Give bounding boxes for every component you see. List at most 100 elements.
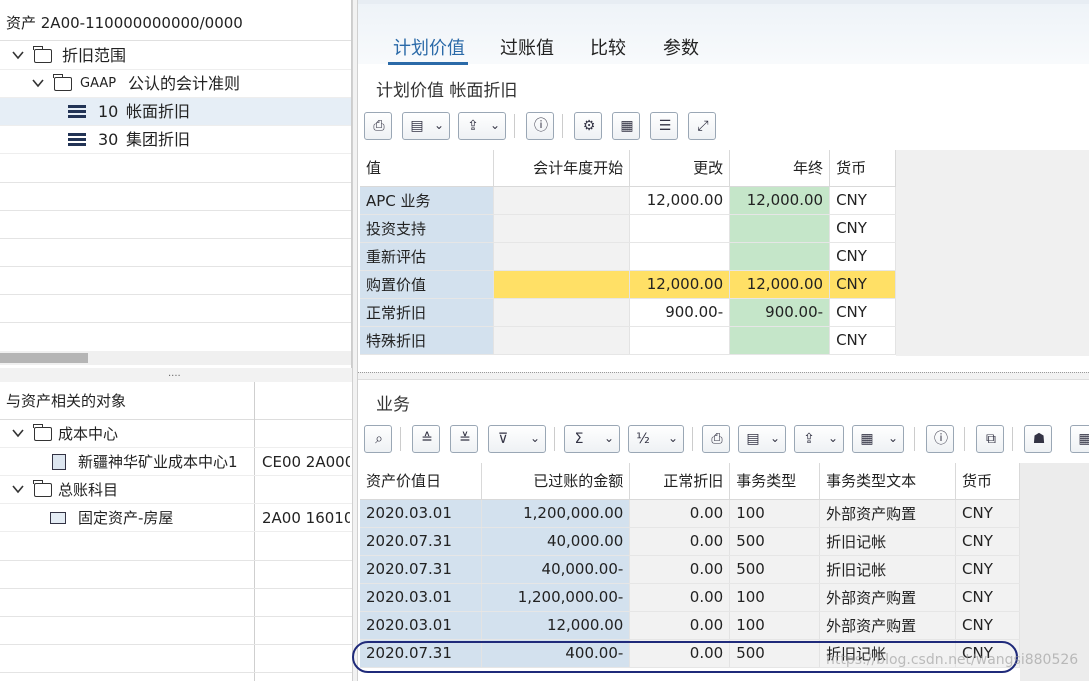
cell (493, 242, 631, 271)
cell: 购置价值 (360, 270, 495, 299)
column-header[interactable]: 更改 (629, 150, 731, 187)
table-row[interactable]: 正常折旧 900.00- 900.00- CNY (360, 298, 896, 327)
info-button[interactable]: ⓘ (926, 425, 954, 453)
cell: 2020.07.31 (360, 555, 483, 584)
object-node-cost-center[interactable]: 新疆神华矿业成本中心1 CE00 2A000 (0, 448, 352, 476)
folder-icon (33, 46, 52, 63)
column-header[interactable]: 正常折旧 (629, 463, 731, 500)
chevron-down-icon: ⌄ (433, 118, 444, 132)
table-row[interactable]: 投资支持 CNY (360, 214, 896, 243)
tree-node-label: 公认的会计准则 (128, 74, 241, 93)
table-row[interactable]: 2020.07.31 40,000.00- 0.00 500 折旧记帐 CNY (360, 555, 1020, 584)
info-button[interactable]: ⓘ (526, 112, 554, 140)
cell (729, 326, 831, 355)
column-header[interactable]: 货币 (829, 150, 896, 187)
cell: 0.00 (629, 555, 731, 584)
planned-values-toolbar: ⎙ ▤ ⌄ ⇪ ⌄ ⓘ ⚙ ▦ ☰ ⤢ (362, 112, 722, 144)
table-row[interactable]: 2020.03.01 12,000.00 0.00 100 外部资产购置 CNY (360, 611, 1020, 640)
cell (629, 242, 731, 271)
cell (629, 214, 731, 243)
cell: 特殊折旧 (360, 326, 495, 355)
more-button[interactable]: ▦ (1070, 425, 1089, 453)
column-header[interactable]: 值 (360, 150, 495, 187)
export-icon: ⇪ (803, 431, 815, 447)
scrollbar-thumb[interactable] (0, 353, 88, 363)
horizontal-splitter[interactable]: .... (0, 368, 358, 382)
chevron-down-icon[interactable] (12, 483, 24, 495)
cell: 40,000.00 (481, 527, 631, 556)
chevron-down-icon[interactable] (12, 49, 24, 61)
tab-planned-values[interactable]: 计划价值 (393, 34, 465, 60)
tree-node-gaap[interactable]: GAAP 公认的会计准则 (0, 70, 351, 98)
column-header[interactable]: 事务类型文本 (819, 463, 957, 500)
table-row[interactable]: 2020.03.01 1,200,000.00- 0.00 100 外部资产购置… (360, 583, 1020, 612)
table-row[interactable]: 重新评估 CNY (360, 242, 896, 271)
object-label: 成本中心 (58, 425, 119, 443)
tree-node-book-depreciation[interactable]: 10 帐面折旧 (0, 98, 351, 126)
tree-node-depreciation-areas[interactable]: 折旧范围 (0, 42, 351, 70)
object-label: 总账科目 (58, 481, 119, 499)
cell: 100 (729, 611, 821, 640)
chevron-down-icon[interactable] (32, 77, 44, 89)
cell: 外部资产购置 (819, 611, 957, 640)
tab-posted-values[interactable]: 过账值 (500, 34, 554, 60)
object-node-cost-center-group[interactable]: 成本中心 (0, 420, 352, 448)
print-button[interactable]: ⎙ (702, 425, 730, 453)
calculator-icon: ▦ (620, 118, 634, 134)
hat-button[interactable]: ☗ (1024, 425, 1052, 453)
table-row[interactable]: APC 业务 12,000.00 12,000.00 CNY (360, 186, 896, 215)
column-header[interactable]: 事务类型 (729, 463, 821, 500)
document-view-icon: ▤ (410, 118, 424, 134)
cell: 折旧记帐 (819, 555, 957, 584)
cell: 100 (729, 583, 821, 612)
calculator-button[interactable]: ▦ (612, 112, 640, 140)
print-button[interactable]: ⎙ (364, 112, 392, 140)
settings-button[interactable]: ⚙ (574, 112, 602, 140)
column-header[interactable]: 货币 (955, 463, 1020, 500)
tab-comparison[interactable]: 比较 (590, 34, 626, 60)
table-row[interactable]: 特殊折旧 CNY (360, 326, 896, 355)
zoom-button[interactable]: ⌕ (364, 425, 392, 453)
tree-horizontal-scrollbar[interactable] (0, 351, 351, 365)
column-header[interactable]: 已过账的金额 (481, 463, 631, 500)
table-empty-area (896, 150, 1089, 356)
cell: 0.00 (629, 583, 731, 612)
column-header[interactable]: 年终 (729, 150, 831, 187)
related-objects-title: 与资产相关的对象 (6, 392, 127, 410)
right-horizontal-splitter[interactable] (358, 372, 1089, 380)
fullscreen-button[interactable]: ⤢ (688, 112, 716, 140)
copy-button[interactable]: ⧉ (976, 425, 1004, 453)
sum-dropdown-button[interactable]: Σ ⌄ (564, 425, 620, 453)
cell: 900.00- (729, 298, 831, 327)
table-row[interactable]: 2020.07.31 40,000.00 0.00 500 折旧记帐 CNY (360, 527, 1020, 556)
planned-values-title: 计划价值 帐面折旧 (376, 81, 518, 101)
object-node-gl-account[interactable]: 固定资产-房屋 2A00 160101 (0, 504, 352, 532)
sort-ascending-button[interactable]: ≙ (412, 425, 440, 453)
object-value: 2A00 160101 (262, 509, 350, 527)
export-dropdown-button[interactable]: ⇪ ⌄ (794, 425, 844, 453)
tree-node-group-depreciation[interactable]: 30 集团折旧 (0, 126, 351, 154)
export-dropdown-button[interactable]: ⇪ ⌄ (458, 112, 506, 140)
chevron-down-icon: ⌄ (887, 431, 898, 445)
layout-dropdown-button[interactable]: ▦ ⌄ (852, 425, 904, 453)
cell: 100 (729, 499, 821, 528)
cell: CNY (955, 499, 1020, 528)
chevron-down-icon: ⌄ (827, 431, 838, 445)
sort-descending-button[interactable]: ≚ (450, 425, 478, 453)
subtotal-dropdown-button[interactable]: ½ ⌄ (628, 425, 684, 453)
view-dropdown-button[interactable]: ▤ ⌄ (738, 425, 786, 453)
tab-parameters[interactable]: 参数 (663, 34, 699, 60)
details-button[interactable]: ☰ (650, 112, 678, 140)
column-header[interactable]: 资产价值日 (360, 463, 483, 500)
object-label: 固定资产-房屋 (78, 509, 174, 527)
column-header[interactable]: 会计年度开始 (493, 150, 631, 187)
object-node-gl-account-group[interactable]: 总账科目 (0, 476, 352, 504)
cell: 2020.03.01 (360, 611, 483, 640)
filter-dropdown-button[interactable]: ⊽ ⌄ (488, 425, 546, 453)
folder-icon (53, 74, 72, 91)
filter-icon: ⊽ (497, 431, 509, 447)
table-row-selected[interactable]: 购置价值 12,000.00 12,000.00 CNY (360, 270, 896, 299)
chevron-down-icon[interactable] (12, 427, 24, 439)
view-dropdown-button[interactable]: ▤ ⌄ (402, 112, 450, 140)
table-row[interactable]: 2020.03.01 1,200,000.00 0.00 100 外部资产购置 … (360, 499, 1020, 528)
